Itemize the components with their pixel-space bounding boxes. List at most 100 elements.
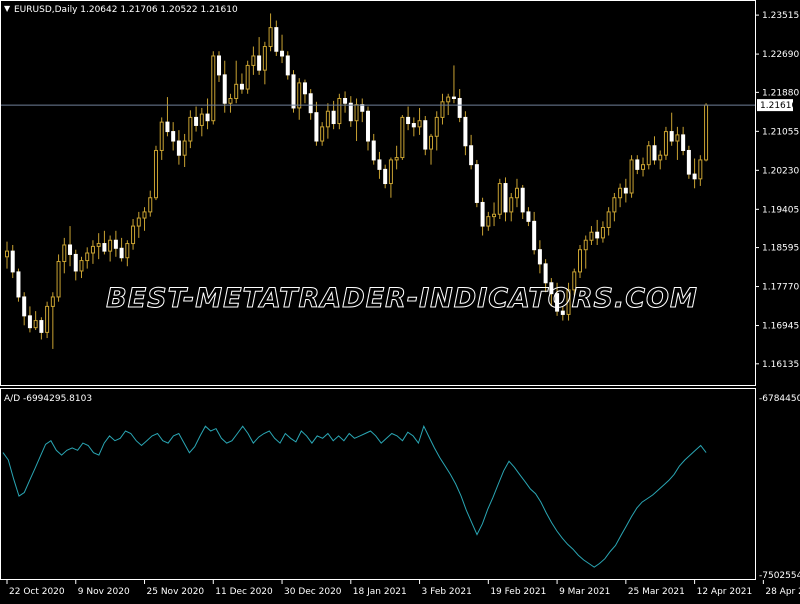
bear-candle-body (480, 201, 485, 227)
bull-candle-body (45, 305, 50, 333)
bear-candle-body (383, 168, 388, 185)
bull-candle-body (400, 116, 405, 159)
bear-candle-body (291, 74, 296, 109)
bull-candle-body (704, 104, 709, 161)
time-tick-label: 19 Feb 2021 (490, 587, 546, 597)
bull-candle-body (417, 120, 422, 128)
bull-candle-body (142, 211, 147, 219)
watermark-text: BEST-METATRADER-INDICATORS.COM (106, 283, 698, 314)
bear-candle-body (205, 113, 210, 122)
chart-root: 1.23515 1.22690 1.21880 1.21055 1.20230 1.194… (0, 0, 800, 600)
bear-candle-body (22, 296, 27, 317)
bull-candle-body (600, 226, 605, 239)
bear-candle-body (469, 145, 474, 166)
bull-candle-body (228, 98, 233, 104)
bear-candle-body (520, 187, 525, 213)
price-tick-label: 1.18595 (762, 244, 799, 254)
bull-candle-body (245, 64, 250, 90)
bear-candle-body (285, 55, 290, 76)
bull-candle-body (153, 149, 158, 199)
bear-candle-body (39, 320, 44, 333)
bear-candle-body (532, 220, 537, 251)
time-tick-label: 18 Jan 2021 (353, 587, 407, 597)
bull-candle-body (606, 211, 611, 228)
bull-candle-body (211, 55, 216, 122)
ad-indicator-label: A/D -6994295.8103 (4, 394, 92, 404)
price-tick-label: 1.21880 (762, 88, 799, 98)
bear-candle-body (308, 93, 313, 114)
bull-candle-body (268, 27, 273, 48)
bear-candle-body (119, 247, 124, 259)
bear-candle-body (365, 110, 370, 142)
time-tick-label: 9 Nov 2020 (78, 587, 130, 597)
bull-candle-body (337, 98, 342, 125)
bear-candle-body (686, 149, 691, 175)
bull-candle-body (646, 145, 651, 166)
bear-candle-body (176, 140, 181, 156)
bull-candle-body (5, 250, 9, 258)
bull-candle-body (182, 140, 187, 156)
bear-candle-body (73, 253, 78, 272)
bull-candle-body (698, 159, 703, 180)
bull-candle-body (492, 213, 497, 218)
bull-candle-body (486, 216, 491, 227)
bear-candle-body (194, 116, 199, 126)
price-tick-label: 1.17770 (762, 283, 799, 293)
bear-candle-body (451, 96, 456, 99)
bear-candle-body (360, 104, 365, 112)
bull-candle-body (394, 157, 399, 161)
bear-candle-body (635, 159, 640, 170)
symbol-header: EURUSD,Daily 1.20642 1.21706 1.20522 1.2… (14, 5, 238, 15)
bull-candle-body (90, 245, 95, 254)
bull-candle-body (159, 121, 164, 151)
bear-candle-body (217, 55, 222, 76)
bull-candle-body (297, 82, 302, 109)
bear-candle-body (692, 173, 697, 180)
bull-candle-body (388, 159, 393, 185)
time-tick-label: 22 Oct 2020 (9, 587, 65, 597)
bear-candle-body (371, 140, 376, 161)
bull-candle-body (85, 252, 90, 262)
bull-candle-body (125, 243, 130, 259)
bear-candle-body (681, 134, 686, 151)
bear-candle-body (348, 102, 353, 122)
time-tick-label: 30 Dec 2020 (284, 587, 342, 597)
bull-candle-body (251, 55, 256, 66)
bear-candle-body (526, 211, 531, 222)
bear-candle-body (239, 83, 244, 90)
bear-candle-body (27, 315, 32, 329)
bear-candle-body (222, 74, 227, 104)
menu-triangle-icon[interactable]: ▼ (4, 4, 11, 13)
bull-candle-body (320, 126, 325, 142)
bull-candle-body (325, 110, 330, 128)
bear-candle-body (652, 145, 657, 161)
time-tick-label: 3 Feb 2021 (422, 587, 472, 597)
price-tick-label: 1.16945 (762, 322, 799, 332)
bear-candle-body (463, 116, 468, 147)
bear-candle-body (257, 55, 262, 71)
bear-candle-body (411, 123, 416, 128)
time-tick-label: 9 Mar 2021 (559, 587, 610, 597)
bull-candle-body (583, 239, 588, 251)
bull-candle-body (578, 249, 582, 273)
bull-candle-body (199, 113, 204, 126)
bear-candle-body (377, 159, 382, 170)
current-price-tag: 1.21610 (757, 99, 797, 112)
time-tick-label: 28 Apr 2021 (765, 587, 800, 597)
time-tick-label: 12 Apr 2021 (697, 587, 753, 597)
bear-candle-body (280, 50, 285, 57)
bull-candle-body (434, 116, 439, 137)
bull-candle-body (618, 187, 623, 199)
bear-candle-body (406, 116, 411, 125)
bull-candle-body (663, 131, 668, 156)
price-tick-label: 1.21055 (762, 127, 799, 137)
bull-candle-body (629, 159, 634, 194)
bull-candle-body (33, 320, 38, 329)
price-tick-label: 1.19405 (762, 205, 799, 215)
bear-candle-body (537, 249, 542, 265)
bear-candle-body (68, 244, 73, 255)
bear-candle-body (16, 271, 21, 298)
ad-scale-top: -6784450.7 (759, 394, 800, 404)
bear-candle-body (302, 82, 307, 95)
bull-candle-body (96, 243, 101, 247)
